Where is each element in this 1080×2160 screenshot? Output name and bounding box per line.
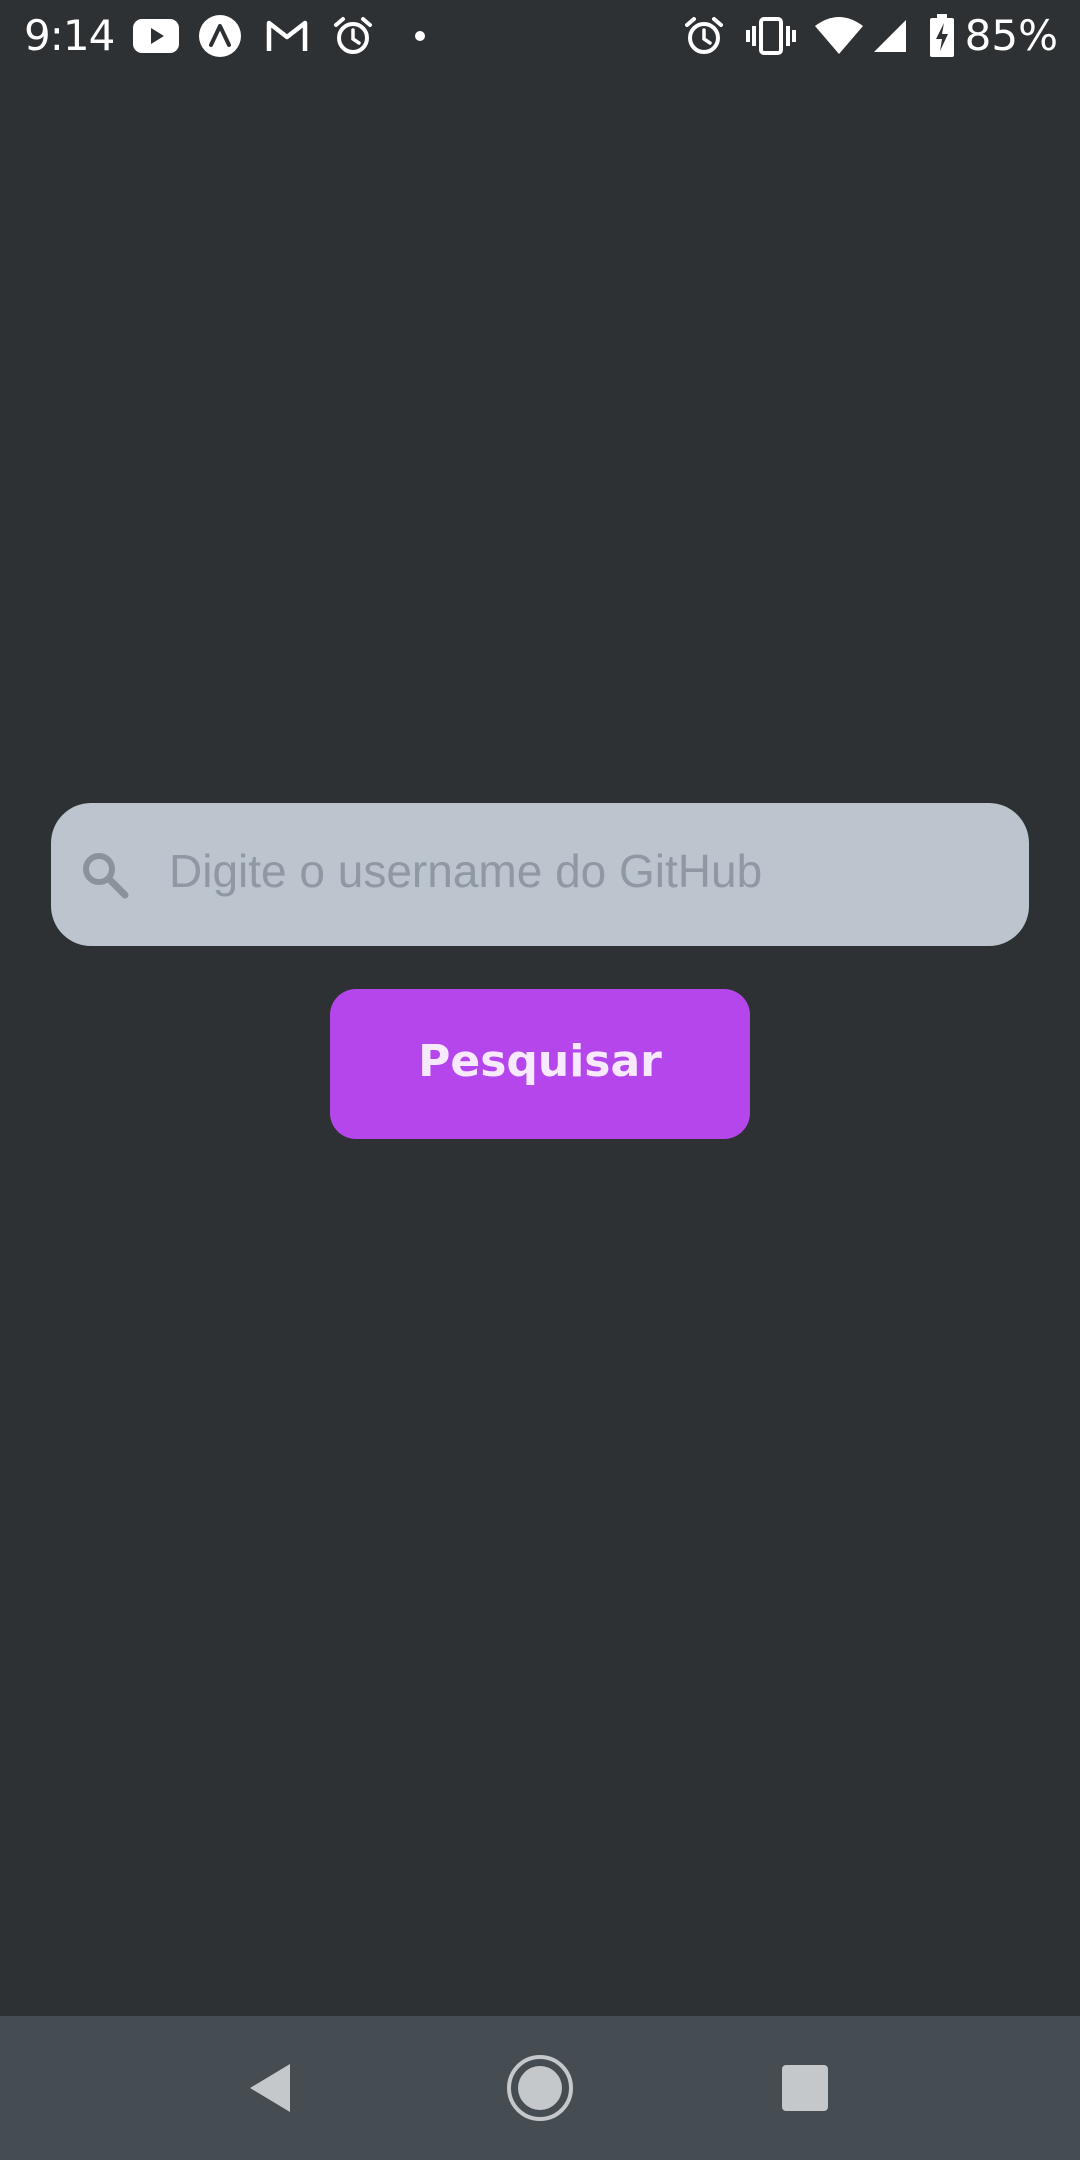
search-field[interactable] — [51, 803, 1029, 946]
search-icon — [79, 849, 131, 901]
alarm-icon — [681, 14, 727, 58]
vibrate-icon — [745, 14, 797, 58]
wifi-icon — [813, 14, 865, 58]
signal-icon — [870, 14, 910, 58]
navigation-bar — [0, 2016, 1080, 2160]
status-bar: 9:14 85% — [0, 0, 1080, 72]
alarm-icon — [330, 14, 376, 58]
recents-icon[interactable] — [745, 2016, 865, 2160]
youtube-icon — [132, 14, 180, 58]
back-icon[interactable] — [210, 2016, 330, 2160]
home-icon[interactable] — [480, 2016, 600, 2160]
search-button[interactable]: Pesquisar — [330, 989, 750, 1139]
gmail-icon — [263, 14, 311, 58]
app-screen: 9:14 85% Digite o username do GitHub Pes… — [0, 0, 1080, 2160]
search-input[interactable] — [169, 803, 999, 946]
battery-charging-icon — [925, 14, 959, 58]
arc-icon — [197, 14, 243, 58]
battery-percent: 85% — [964, 11, 1058, 60]
dot-icon — [410, 14, 430, 58]
status-time: 9:14 — [24, 11, 115, 60]
